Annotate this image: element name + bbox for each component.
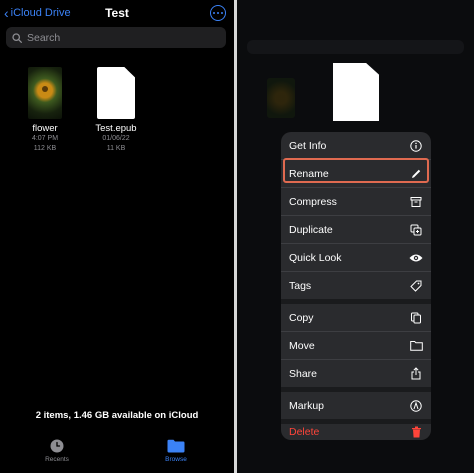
file-item-test-epub[interactable]: Test.epub 01/06/22 11 KB — [86, 66, 146, 153]
tab-recents[interactable]: Recents — [27, 438, 87, 463]
more-options-button[interactable] — [210, 5, 226, 21]
tab-browse[interactable]: Browse — [146, 438, 206, 463]
files-browser-panel: ‹ iCloud Drive Test Search flower 4:07 P… — [0, 0, 234, 473]
blurred-search-bar — [247, 40, 464, 54]
clock-icon — [27, 438, 87, 454]
context-menu-panel: Get Info Rename Compress Duplicate Quick… — [237, 0, 474, 473]
menu-item-label: Copy — [289, 311, 314, 324]
menu-item-markup[interactable]: Markup — [281, 392, 431, 419]
menu-item-duplicate[interactable]: Duplicate — [281, 216, 431, 243]
menu-item-label: Markup — [289, 399, 325, 412]
file-size: 112 KB — [33, 144, 57, 152]
menu-item-compress[interactable]: Compress — [281, 188, 431, 215]
menu-item-tags[interactable]: Tags — [281, 272, 431, 299]
file-name: Test.epub — [95, 123, 137, 134]
context-menu: Get Info Rename Compress Duplicate Quick… — [281, 132, 431, 440]
search-field[interactable]: Search — [6, 27, 226, 48]
more-dot-icon — [217, 12, 219, 14]
tab-bar: Recents Browse — [0, 430, 234, 473]
menu-item-label: Get Info — [289, 139, 327, 152]
menu-item-rename[interactable]: Rename — [281, 160, 431, 187]
menu-item-get-info[interactable]: Get Info — [281, 132, 431, 159]
folder-icon — [146, 438, 206, 454]
eye-icon — [409, 251, 423, 265]
menu-item-label: Move — [289, 339, 315, 352]
trash-icon — [409, 425, 423, 439]
file-date: 01/06/22 — [102, 135, 130, 142]
menu-item-quick-look[interactable]: Quick Look — [281, 244, 431, 271]
file-size: 11 KB — [106, 144, 126, 152]
page-title: Test — [105, 6, 129, 20]
blurred-flower-thumbnail — [267, 78, 295, 118]
archive-box-icon — [409, 195, 423, 209]
menu-item-label: Tags — [289, 279, 312, 292]
tag-icon — [409, 279, 423, 293]
selected-document-preview — [333, 63, 379, 121]
markup-icon — [409, 399, 423, 413]
menu-item-label: Share — [289, 367, 318, 380]
menu-item-delete[interactable]: Delete — [281, 424, 431, 440]
folder-icon — [409, 339, 423, 353]
menu-item-label: Quick Look — [289, 251, 342, 264]
file-item-flower[interactable]: flower 4:07 PM 112 KB — [15, 66, 75, 153]
share-icon — [409, 367, 423, 381]
file-name: flower — [32, 123, 58, 134]
menu-item-copy[interactable]: Copy — [281, 304, 431, 331]
more-dot-icon — [220, 12, 223, 14]
copy-icon — [409, 311, 423, 325]
search-placeholder: Search — [27, 31, 61, 44]
storage-status: 2 items, 1.46 GB available on iCloud — [35, 410, 199, 421]
menu-item-share[interactable]: Share — [281, 360, 431, 387]
menu-item-label: Duplicate — [289, 223, 333, 236]
search-icon — [12, 32, 22, 43]
menu-item-label: Compress — [289, 195, 337, 208]
file-time: 4:07 PM — [31, 135, 59, 142]
tab-label: Recents — [45, 456, 69, 463]
document-thumbnail — [97, 67, 135, 119]
pencil-icon — [409, 167, 423, 181]
more-dot-icon — [213, 12, 216, 14]
menu-item-move[interactable]: Move — [281, 332, 431, 359]
menu-item-label: Rename — [289, 167, 329, 180]
duplicate-icon — [409, 223, 423, 237]
flower-thumbnail — [28, 67, 62, 119]
tab-label: Browse — [165, 456, 187, 463]
menu-item-label: Delete — [289, 426, 320, 438]
info-icon — [409, 139, 423, 153]
